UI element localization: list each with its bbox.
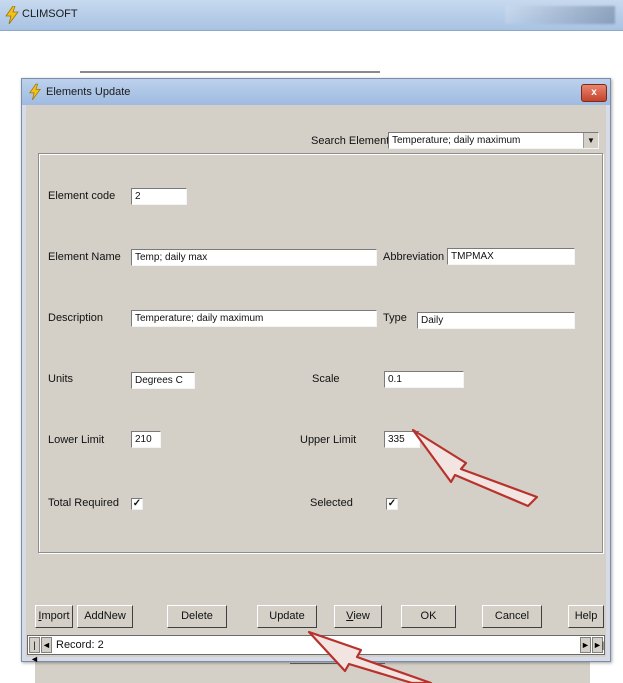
lower-limit-field[interactable]: 210 — [131, 431, 161, 448]
search-element-label: Search Element — [311, 135, 390, 147]
dialog-title: Elements Update — [46, 86, 131, 98]
search-element-combo[interactable]: Temperature; daily maximum ▼ — [388, 132, 599, 149]
description-field[interactable]: Temperature; daily maximum — [131, 310, 377, 327]
climsoft-logo-icon — [29, 83, 41, 101]
abbreviation-field[interactable]: TMPMAX — [447, 248, 575, 265]
background-window-line — [290, 663, 385, 664]
record-counter: Record: 2 — [56, 639, 104, 651]
element-name-label: Element Name — [48, 251, 121, 263]
element-code-label: Element code — [48, 190, 116, 202]
next-record-icon[interactable]: ► — [580, 637, 591, 653]
selected-label: Selected — [310, 497, 353, 509]
last-record-icon[interactable]: ►| — [592, 637, 604, 653]
selected-checkbox[interactable]: ✓ — [386, 498, 398, 510]
abbreviation-label: Abbreviation — [383, 251, 445, 263]
update-button[interactable]: Update — [257, 605, 317, 628]
element-name-field[interactable]: Temp; daily max — [131, 249, 377, 266]
type-label: Type — [383, 312, 407, 324]
upper-limit-field[interactable]: 335 — [384, 431, 420, 448]
units-field[interactable]: Degrees C — [131, 372, 195, 389]
type-field[interactable]: Daily — [417, 312, 575, 329]
units-label: Units — [48, 373, 74, 385]
element-details-frame — [38, 153, 603, 553]
total-required-checkbox[interactable]: ✓ — [131, 498, 143, 510]
import-button[interactable]: Import — [35, 605, 73, 628]
blurred-title-area — [505, 6, 615, 24]
app-title: CLIMSOFT — [22, 8, 78, 20]
search-element-value: Temperature; daily maximum — [392, 135, 521, 146]
ok-button[interactable]: OK — [401, 605, 456, 628]
elements-update-dialog: Elements Update x Search Element Tempera… — [21, 78, 611, 664]
scale-label: Scale — [312, 373, 340, 385]
lower-limit-label: Lower Limit — [48, 434, 105, 446]
dialog-titlebar[interactable]: Elements Update x — [22, 79, 610, 105]
description-label: Description — [48, 312, 104, 324]
first-record-icon[interactable]: |◄ — [29, 637, 40, 664]
dialog-client-area: Search Element Temperature; daily maximu… — [26, 105, 606, 657]
close-button[interactable]: x — [581, 84, 607, 102]
mdi-divider — [80, 71, 380, 73]
add-new-button[interactable]: AddNew — [77, 605, 133, 628]
delete-button[interactable]: Delete — [167, 605, 227, 628]
cancel-button[interactable]: Cancel — [482, 605, 542, 628]
scale-field[interactable]: 0.1 — [384, 371, 464, 388]
chevron-down-icon[interactable]: ▼ — [583, 133, 598, 148]
app-titlebar: CLIMSOFT — [0, 0, 623, 31]
help-button[interactable]: Help — [568, 605, 604, 628]
record-navigator: |◄ ◄ Record: 2 ► ►| — [27, 635, 605, 664]
previous-record-icon[interactable]: ◄ — [41, 637, 52, 653]
climsoft-logo-icon — [5, 6, 19, 24]
element-code-field[interactable]: 2 — [131, 188, 187, 205]
total-required-label: Total Required — [48, 497, 119, 509]
view-button[interactable]: View — [334, 605, 382, 628]
upper-limit-label: Upper Limit — [300, 434, 357, 446]
